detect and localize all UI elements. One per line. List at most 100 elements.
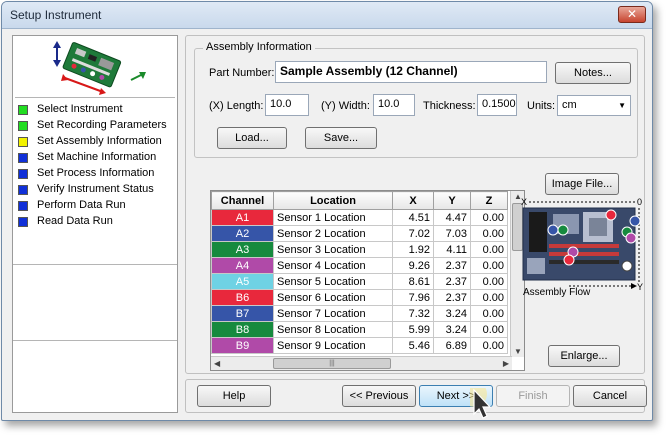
x-cell[interactable]: 1.92	[392, 241, 434, 258]
step-set-assembly-information[interactable]: Set Assembly Information	[13, 134, 177, 150]
finish-button[interactable]: Finish	[496, 385, 570, 407]
step-set-process-information[interactable]: Set Process Information	[13, 166, 177, 182]
location-cell[interactable]: Sensor 2 Location	[273, 225, 393, 242]
thickness-input[interactable]: 0.1500	[477, 94, 517, 116]
location-cell[interactable]: Sensor 1 Location	[273, 209, 393, 226]
step-set-recording-parameters[interactable]: Set Recording Parameters	[13, 118, 177, 134]
image-file-button[interactable]: Image File...	[545, 173, 619, 195]
location-cell[interactable]: Sensor 6 Location	[273, 289, 393, 306]
z-cell[interactable]: 0.00	[470, 225, 508, 242]
channel-cell[interactable]: A5	[211, 273, 274, 290]
thickness-label: Thickness:	[423, 100, 476, 112]
location-cell[interactable]: Sensor 4 Location	[273, 257, 393, 274]
channel-cell[interactable]: B8	[211, 321, 274, 338]
enlarge-button[interactable]: Enlarge...	[548, 345, 620, 367]
table-row[interactable]: A1 Sensor 1 Location 4.51 4.47 0.00	[211, 209, 508, 226]
table-row[interactable]: B7 Sensor 7 Location 7.32 3.24 0.00	[211, 305, 508, 322]
table-row[interactable]: A5 Sensor 5 Location 8.61 2.37 0.00	[211, 273, 508, 290]
save-button[interactable]: Save...	[305, 127, 377, 149]
z-cell[interactable]: 0.00	[470, 209, 508, 226]
location-cell[interactable]: Sensor 7 Location	[273, 305, 393, 322]
x-cell[interactable]: 8.61	[392, 273, 434, 290]
title-bar[interactable]: Setup Instrument ✕	[2, 2, 652, 29]
units-select[interactable]: cm ▼	[557, 95, 631, 116]
step-set-machine-information[interactable]: Set Machine Information	[13, 150, 177, 166]
step-select-instrument[interactable]: Select Instrument	[13, 102, 177, 118]
channel-cell[interactable]: B6	[211, 289, 274, 306]
x-cell[interactable]: 7.96	[392, 289, 434, 306]
y-cell[interactable]: 2.37	[433, 289, 471, 306]
previous-button[interactable]: << Previous	[342, 385, 416, 407]
table-row[interactable]: B6 Sensor 6 Location 7.96 2.37 0.00	[211, 289, 508, 306]
sensor-table[interactable]: Channel Location X Y Z A1 Sensor 1 Locat…	[210, 190, 525, 371]
location-cell[interactable]: Sensor 5 Location	[273, 273, 393, 290]
instrument-thumbnail	[15, 38, 175, 98]
scroll-down-icon[interactable]: ▼	[514, 347, 522, 356]
step-label: Perform Data Run	[37, 199, 126, 211]
horizontal-scrollbar[interactable]: ◀ ||| ▶	[211, 356, 512, 370]
axis-x-label: X	[521, 197, 527, 207]
z-cell[interactable]: 0.00	[470, 273, 508, 290]
sensor-grid: Channel Location X Y Z A1 Sensor 1 Locat…	[211, 191, 508, 354]
x-cell[interactable]: 9.26	[392, 257, 434, 274]
part-number-input[interactable]: Sample Assembly (12 Channel)	[275, 61, 547, 83]
step-read-data-run[interactable]: Read Data Run	[13, 214, 177, 230]
column-header-channel[interactable]: Channel	[211, 191, 274, 210]
y-cell[interactable]: 3.24	[433, 321, 471, 338]
z-cell[interactable]: 0.00	[470, 305, 508, 322]
step-label: Set Recording Parameters	[37, 119, 167, 131]
scroll-left-icon[interactable]: ◀	[214, 359, 220, 368]
channel-cell[interactable]: B9	[211, 337, 274, 354]
y-cell[interactable]: 3.24	[433, 305, 471, 322]
z-cell[interactable]: 0.00	[470, 337, 508, 354]
channel-cell[interactable]: A4	[211, 257, 274, 274]
axis-zero-label: 0	[637, 197, 642, 207]
z-cell[interactable]: 0.00	[470, 241, 508, 258]
table-row[interactable]: A4 Sensor 4 Location 9.26 2.37 0.00	[211, 257, 508, 274]
width-input[interactable]: 10.0	[373, 94, 415, 116]
step-verify-instrument-status[interactable]: Verify Instrument Status	[13, 182, 177, 198]
channel-cell[interactable]: B7	[211, 305, 274, 322]
cancel-button[interactable]: Cancel	[573, 385, 647, 407]
y-cell[interactable]: 2.37	[433, 273, 471, 290]
column-header-location[interactable]: Location	[273, 191, 393, 210]
scroll-thumb-grip-icon[interactable]: |||	[273, 358, 391, 369]
assembly-pane: Assembly Information Part Number: Sample…	[185, 35, 645, 374]
location-cell[interactable]: Sensor 3 Location	[273, 241, 393, 258]
load-button[interactable]: Load...	[217, 127, 287, 149]
channel-cell[interactable]: A3	[211, 241, 274, 258]
step-perform-data-run[interactable]: Perform Data Run	[13, 198, 177, 214]
close-button[interactable]: ✕	[618, 6, 646, 23]
table-row[interactable]: B9 Sensor 9 Location 5.46 6.89 0.00	[211, 337, 508, 354]
column-header-y[interactable]: Y	[433, 191, 471, 210]
length-input[interactable]: 10.0	[265, 94, 309, 116]
x-cell[interactable]: 5.99	[392, 321, 434, 338]
notes-button[interactable]: Notes...	[555, 62, 631, 84]
y-cell[interactable]: 2.37	[433, 257, 471, 274]
channel-cell[interactable]: A1	[211, 209, 274, 226]
location-cell[interactable]: Sensor 8 Location	[273, 321, 393, 338]
y-cell[interactable]: 7.03	[433, 225, 471, 242]
y-cell[interactable]: 4.47	[433, 209, 471, 226]
assembly-image-preview[interactable]: X 0 Y	[519, 196, 645, 300]
column-header-x[interactable]: X	[392, 191, 434, 210]
x-cell[interactable]: 5.46	[392, 337, 434, 354]
x-cell[interactable]: 7.02	[392, 225, 434, 242]
z-cell[interactable]: 0.00	[470, 289, 508, 306]
instrument-board-icon	[53, 41, 146, 95]
z-cell[interactable]: 0.00	[470, 257, 508, 274]
column-header-z[interactable]: Z	[470, 191, 508, 210]
step-status-icon	[18, 185, 28, 195]
y-cell[interactable]: 6.89	[433, 337, 471, 354]
x-cell[interactable]: 7.32	[392, 305, 434, 322]
z-cell[interactable]: 0.00	[470, 321, 508, 338]
y-cell[interactable]: 4.11	[433, 241, 471, 258]
table-row[interactable]: A3 Sensor 3 Location 1.92 4.11 0.00	[211, 241, 508, 258]
location-cell[interactable]: Sensor 9 Location	[273, 337, 393, 354]
table-row[interactable]: B8 Sensor 8 Location 5.99 3.24 0.00	[211, 321, 508, 338]
x-cell[interactable]: 4.51	[392, 209, 434, 226]
table-row[interactable]: A2 Sensor 2 Location 7.02 7.03 0.00	[211, 225, 508, 242]
scroll-right-icon[interactable]: ▶	[503, 359, 509, 368]
help-button[interactable]: Help	[197, 385, 271, 407]
channel-cell[interactable]: A2	[211, 225, 274, 242]
